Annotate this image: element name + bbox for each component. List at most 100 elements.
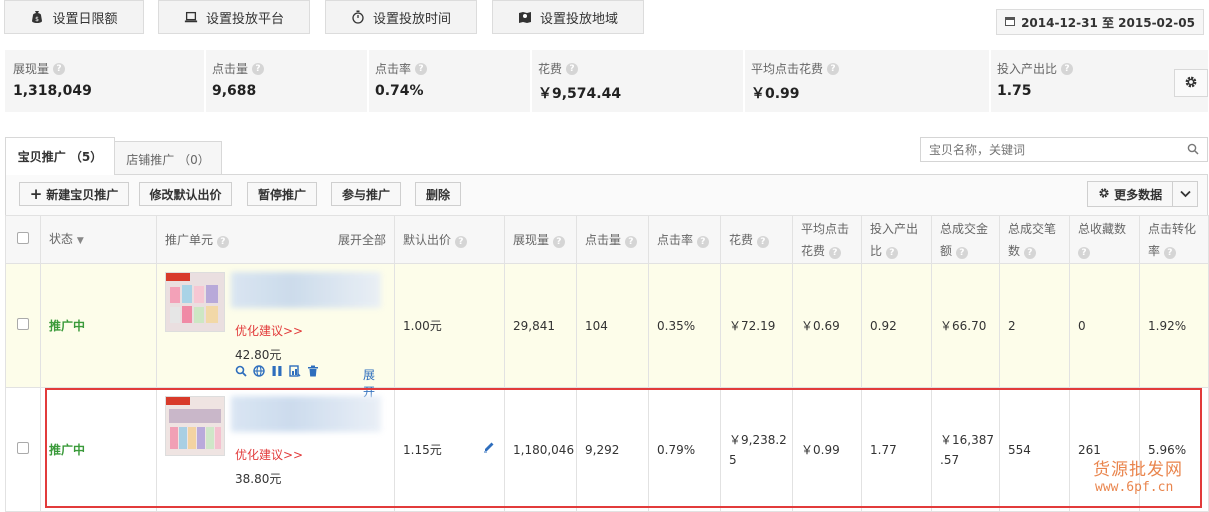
help-icon[interactable]: ? xyxy=(828,246,841,259)
delete-label: 删除 xyxy=(425,187,450,202)
unit-cell: 优化建议>> 42.80元 展开 xyxy=(156,263,395,399)
ctr-value: 0.35% xyxy=(657,318,696,333)
orders-value: 2 xyxy=(1008,318,1016,333)
help-icon[interactable]: ? xyxy=(552,235,565,248)
cvr-cell: 1.92% xyxy=(1139,263,1209,388)
metric-clicks: 点击量? 9,688 xyxy=(204,50,368,112)
help-icon[interactable]: ? xyxy=(566,62,579,75)
col-bid-label: 默认出价 xyxy=(403,232,452,247)
col-avg-cpc[interactable]: 平均点击 花费 ? xyxy=(792,215,862,264)
col-clicks[interactable]: 点击量 ? xyxy=(576,215,649,264)
gmv-value: ￥66.70 xyxy=(940,319,987,333)
metric-value: ￥0.99 xyxy=(751,86,800,102)
sort-down-icon[interactable]: ▼ xyxy=(77,236,84,246)
roi-value: 0.92 xyxy=(870,318,897,333)
date-range-picker[interactable]: 2014-12-31 至 2015-02-05 xyxy=(996,9,1204,35)
cost-value: ￥72.19 xyxy=(729,319,776,333)
help-icon[interactable]: ? xyxy=(216,235,229,248)
new-item-promotion-button[interactable]: + 新建宝贝推广 xyxy=(19,182,129,206)
metrics-settings-button[interactable] xyxy=(1174,69,1208,97)
col-status[interactable]: 状态 ▼ xyxy=(40,215,157,264)
search-box xyxy=(920,137,1208,162)
col-cost[interactable]: 花费 ? xyxy=(720,215,793,264)
help-icon[interactable]: ? xyxy=(624,235,637,248)
help-icon[interactable]: ? xyxy=(53,62,66,75)
trash-icon[interactable] xyxy=(307,365,319,380)
metric-label: 花费 xyxy=(538,62,563,76)
row-checkbox[interactable] xyxy=(17,442,29,454)
join-label: 参与推广 xyxy=(341,187,390,202)
set-time-button[interactable]: 设置投放时间 xyxy=(325,0,477,34)
modify-bid-label: 修改默认出价 xyxy=(149,187,222,202)
bid-value: 1.00元 xyxy=(403,319,442,333)
map-pin-icon xyxy=(518,10,532,24)
help-icon[interactable]: ? xyxy=(454,235,467,248)
set-platform-label: 设置投放平台 xyxy=(205,11,284,27)
help-icon[interactable]: ? xyxy=(415,62,428,75)
favorites-cell: 0 xyxy=(1069,263,1140,388)
modify-bid-button[interactable]: 修改默认出价 xyxy=(139,182,232,206)
table-header-row: 状态 ▼ 推广单元 ? 展开全部 默认出价 ? 展现量 ? 点击量 ? 点击率 … xyxy=(5,215,1209,264)
search-icon[interactable] xyxy=(1187,143,1199,158)
col-ctr[interactable]: 点击率 ? xyxy=(648,215,721,264)
col-roi[interactable]: 投入产出比 ? xyxy=(861,215,932,264)
help-icon[interactable]: ? xyxy=(885,246,898,259)
help-icon[interactable]: ? xyxy=(955,246,968,259)
col-impressions[interactable]: 展现量 ? xyxy=(504,215,577,264)
pause-icon[interactable] xyxy=(271,365,283,380)
metric-value: 9,688 xyxy=(212,83,257,99)
report-icon[interactable] xyxy=(289,364,301,380)
col-status-label: 状态 xyxy=(49,231,74,246)
help-icon[interactable]: ? xyxy=(1163,246,1176,259)
search-icon[interactable] xyxy=(235,365,247,380)
col-bid: 默认出价 ? xyxy=(394,215,505,264)
help-icon[interactable]: ? xyxy=(252,62,265,75)
help-icon[interactable]: ? xyxy=(827,62,840,75)
metric-avg-cpc: 平均点击花费? ￥0.99 xyxy=(743,50,989,112)
help-icon[interactable]: ? xyxy=(1078,246,1090,259)
metrics-summary: 展现量? 1,318,049 点击量? 9,688 点击率? 0.74% 花费?… xyxy=(5,50,1208,112)
set-region-button[interactable]: 设置投放地域 xyxy=(492,0,644,34)
delete-button[interactable]: 删除 xyxy=(415,182,461,206)
metric-label: 投入产出比 xyxy=(997,62,1058,76)
col-orders[interactable]: 总成交笔数 ? xyxy=(999,215,1070,264)
metric-label: 展现量 xyxy=(13,62,50,76)
search-input[interactable] xyxy=(929,142,1169,157)
col-roi-label: 投入产出 xyxy=(870,221,919,236)
tab-item-promotion[interactable]: 宝贝推广 （5） xyxy=(5,137,115,175)
help-icon[interactable]: ? xyxy=(1061,62,1074,75)
avg-cpc-cell: ￥0.69 xyxy=(792,263,862,388)
help-icon[interactable]: ? xyxy=(696,235,709,248)
row-checkbox[interactable] xyxy=(17,318,29,330)
help-icon[interactable]: ? xyxy=(1023,246,1036,259)
col-avg-cpc-label-2: 花费 xyxy=(801,243,826,258)
tab-shop-promotion[interactable]: 店铺推广 （0） xyxy=(114,141,222,177)
stopwatch-icon xyxy=(351,10,365,24)
set-daily-limit-button[interactable]: $ 设置日限额 xyxy=(4,0,144,34)
expand-all-link[interactable]: 展开全部 xyxy=(338,229,386,251)
col-gmv[interactable]: 总成交金额 ? xyxy=(931,215,1000,264)
col-clicks-label: 点击量 xyxy=(585,232,622,247)
help-icon[interactable]: ? xyxy=(756,235,769,248)
col-cvr[interactable]: 点击转化率 ? xyxy=(1139,215,1209,264)
metric-label: 点击率 xyxy=(375,62,412,76)
col-impressions-label: 展现量 xyxy=(513,232,550,247)
table-row: 推广中 优化建议>> 42.80元 展开 1.00元 29,841 104 0.… xyxy=(5,263,1209,399)
metric-label: 点击量 xyxy=(212,62,249,76)
product-thumbnail[interactable] xyxy=(165,271,225,332)
gear-icon xyxy=(1098,187,1110,202)
impressions-value: 29,841 xyxy=(513,318,555,333)
set-platform-button[interactable]: 设置投放平台 xyxy=(158,0,310,34)
chevron-down-icon[interactable] xyxy=(1173,182,1197,206)
pause-button[interactable]: 暂停推广 xyxy=(247,182,317,206)
col-favorites[interactable]: 总收藏数? xyxy=(1069,215,1140,264)
join-button[interactable]: 参与推广 xyxy=(331,182,401,206)
optimize-suggestion-link[interactable]: 优化建议>> xyxy=(235,322,303,339)
cvr-value: 1.92% xyxy=(1148,318,1187,333)
select-all-checkbox[interactable] xyxy=(17,231,29,244)
metric-value: 0.74% xyxy=(375,83,424,99)
globe-icon[interactable] xyxy=(253,364,265,380)
more-data-button[interactable]: 更多数据 xyxy=(1087,181,1198,207)
clicks-cell: 104 xyxy=(576,263,649,388)
gmv-cell: ￥66.70 xyxy=(931,263,1000,388)
